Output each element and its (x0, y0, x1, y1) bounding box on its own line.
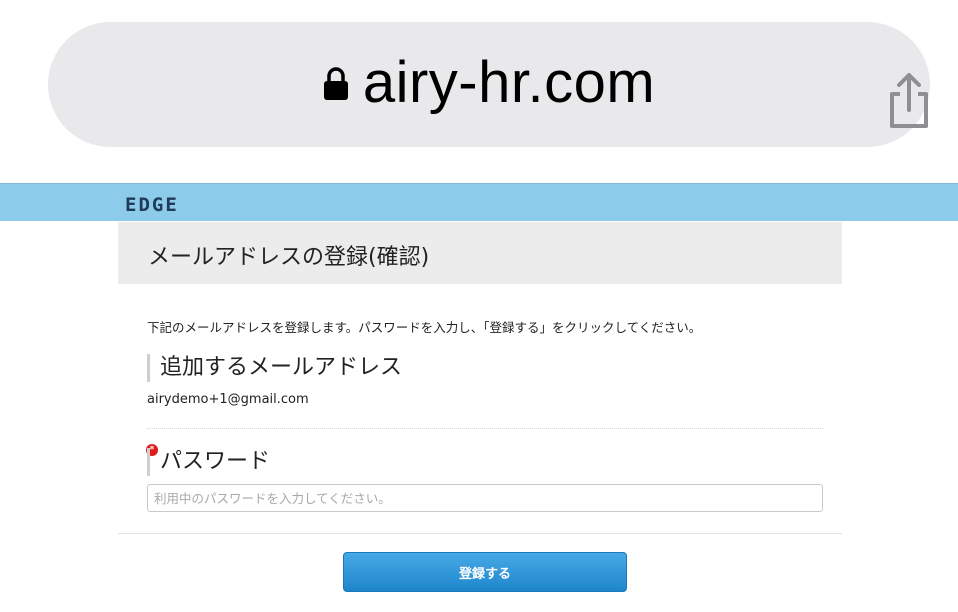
browser-address-bar[interactable]: airy-hr.com (48, 22, 930, 147)
logo[interactable]: EDGE (125, 194, 179, 216)
page-title: メールアドレスの登録(確認) (148, 245, 430, 270)
share-icon[interactable] (886, 72, 932, 130)
password-input[interactable] (147, 484, 823, 512)
page-title-box: メールアドレスの登録(確認) (118, 222, 842, 284)
form-divider (118, 533, 842, 534)
register-button[interactable]: 登録する (343, 552, 627, 592)
email-section-label: 追加するメールアドレス (147, 354, 402, 382)
instruction-text: 下記のメールアドレスを登録します。パスワードを入力し、「登録する」をクリックして… (147, 320, 702, 335)
section-divider (147, 428, 823, 429)
lock-icon (323, 67, 348, 100)
brand-header-bar: EDGE (0, 183, 958, 221)
password-section-label: パスワード (147, 448, 270, 476)
email-value: airydemo+1@gmail.com (147, 392, 309, 407)
url-text[interactable]: airy-hr.com (363, 49, 655, 116)
